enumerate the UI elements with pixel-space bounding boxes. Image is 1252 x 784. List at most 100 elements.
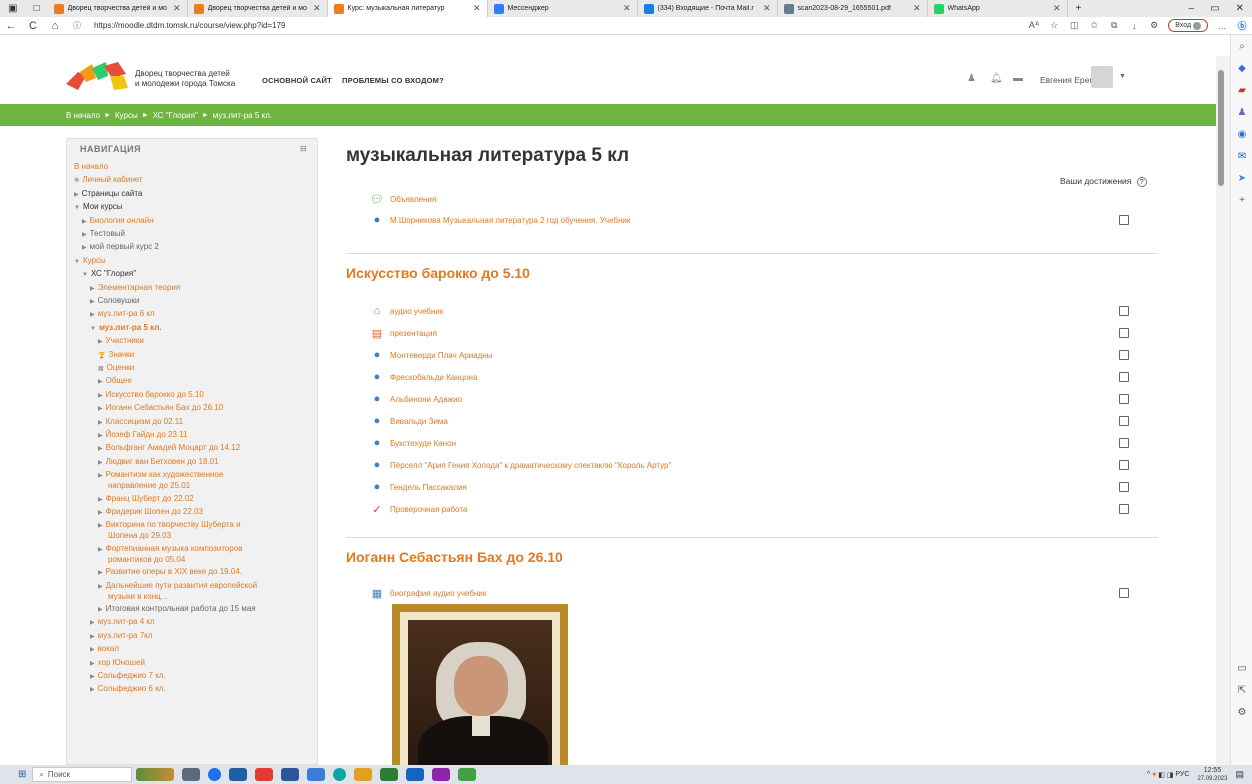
refresh-button[interactable]: C: [22, 20, 44, 32]
nav-item-соловушки[interactable]: ▶ Соловушки: [90, 296, 139, 307]
activity-фрескобальди-канцона[interactable]: ● Фрескобальди Канцона: [370, 371, 478, 383]
nav-item-вольфганг-амадей-моцарт-до-14-12[interactable]: ▶ Вольфганг Амадей Моцарт до 14.12: [98, 443, 240, 454]
nav-item-людвиг-ван-бетховен-до-18-01[interactable]: ▶ Людвиг ван Бетховен до 18.01: [98, 457, 219, 468]
workspaces-icon[interactable]: ▣: [0, 3, 25, 14]
close-icon[interactable]: ✕: [1228, 3, 1252, 14]
breadcrumb-item[interactable]: Курсы: [115, 111, 138, 120]
user-menu-caret-icon[interactable]: ▼: [1119, 73, 1126, 80]
shopping-tag-icon[interactable]: ◆: [1231, 57, 1252, 79]
app-icon-2[interactable]: [229, 768, 248, 781]
browser-tab[interactable]: Дворец творчества детей и мо ✕: [188, 0, 328, 17]
activity-link[interactable]: аудио учебник: [390, 307, 443, 316]
back-button[interactable]: ←: [0, 20, 22, 32]
app-icon-3[interactable]: [307, 768, 326, 781]
site-logo[interactable]: [66, 62, 128, 92]
help-icon[interactable]: ?: [1136, 177, 1147, 187]
nav-item-викторина-по-творчеству-шуберта-и[interactable]: ▶ Викторина по творчеству Шуберта и Шопена…: [98, 520, 241, 541]
activity-м-шорникова-музыкальная-литература-2-год[interactable]: ● М.Шорникова Музыкальная литература 2 го…: [370, 214, 631, 226]
nav-item-классицизм-до-02-11[interactable]: ▶ Классицизм до 02.11: [98, 417, 183, 428]
url-input[interactable]: https://moodle.dtdm.tomsk.ru/course/view…: [88, 21, 1024, 30]
nav-item-муз-лит-ра-7кл[interactable]: ▶ муз.лит-ра 7кл: [90, 631, 152, 642]
nav-item-биология-онлайн[interactable]: ▶ Биология онлайн: [82, 216, 154, 227]
nav-item-романтизм-как-художественное[interactable]: ▶ Романтизм как художественное направление…: [98, 470, 223, 491]
sidebar-split-icon[interactable]: ▭: [1231, 657, 1252, 679]
tray-chevron-icon[interactable]: ^: [1147, 771, 1150, 778]
external-open-icon[interactable]: ⇱: [1231, 679, 1252, 701]
nav-item-сольфеджио-6-кл[interactable]: ▶ Сольфеджио 6 кл.: [90, 684, 166, 695]
nav-item-фортепианная-музыка-композиторов[interactable]: ▶ Фортепианная музыка композиторов романти…: [98, 544, 242, 565]
nav-item-тестовый[interactable]: ▶ Тестовый: [82, 229, 125, 240]
collections-icon[interactable]: ⧉: [1104, 20, 1124, 31]
edge-icon[interactable]: [333, 768, 347, 781]
nav-item-оценки[interactable]: ▦ Оценки: [98, 363, 134, 374]
app-icon-1[interactable]: [208, 768, 222, 781]
nav-item-сольфеджио-7-кл[interactable]: ▶ Сольфеджио 7 кл.: [90, 671, 166, 682]
activity-аудио-учебник[interactable]: ⌂ аудио учебник: [370, 305, 444, 317]
app-icon-8[interactable]: [458, 768, 477, 781]
nav-item-муз-лит-ра-6-кл[interactable]: ▶ муз.лит-ра 6 кл: [90, 309, 155, 320]
nav-item-итоговая-контрольная-работа-до-15-мая[interactable]: ▶ Итоговая контрольная работа до 15 мая: [98, 604, 256, 615]
messages-icon[interactable]: ▬: [1013, 73, 1023, 84]
volume-icon[interactable]: ◨: [1167, 771, 1174, 779]
nav-item-значки[interactable]: 🏆 Значки: [98, 350, 134, 361]
send-icon[interactable]: ➤: [1231, 167, 1252, 189]
activity-link[interactable]: М.Шорникова Музыкальная литература 2 год…: [390, 216, 630, 225]
tab-close-icon[interactable]: ✕: [763, 3, 771, 14]
app-icon-5[interactable]: [380, 768, 399, 781]
breadcrumb-item[interactable]: В начало: [66, 111, 100, 120]
notifications-icon[interactable]: ▤: [1235, 769, 1244, 780]
favorites-icon[interactable]: ✩: [1084, 20, 1104, 31]
nav-item-участники[interactable]: ▶ Участники: [98, 336, 144, 347]
completion-checkbox[interactable]: [1119, 215, 1129, 225]
tab-close-icon[interactable]: ✕: [173, 3, 181, 14]
word-icon[interactable]: [281, 768, 300, 781]
favorite-star-icon[interactable]: ☆: [1044, 20, 1064, 31]
activity-гендель-пассакалия[interactable]: ● Гендель Пассакалия: [370, 481, 467, 493]
breadcrumb-item[interactable]: ХС "Глория": [153, 111, 198, 120]
nav-item-иоганн-себастьян-бах-до-26-10[interactable]: ▶ Иоганн Себастьян Бах до 26.10: [98, 403, 223, 414]
activity-link[interactable]: Гендель Пассакалия: [390, 483, 467, 492]
nav-item-хор-юношей[interactable]: ▶ хор Юношей: [90, 658, 145, 669]
activity-вивальди-зима[interactable]: ● Вивальди Зима: [370, 415, 448, 427]
nav-item-развитие-оперы-в-xix-веке-до-19-04[interactable]: ▶ Развитие оперы в XIX веке до 19.04.: [98, 567, 242, 578]
tab-close-icon[interactable]: ✕: [1053, 3, 1061, 14]
completion-checkbox[interactable]: [1119, 504, 1129, 514]
activity-букстехуде-канон[interactable]: ● Букстехуде Канон: [370, 437, 456, 449]
browser-tab[interactable]: Мессенджер ✕: [488, 0, 638, 17]
nav-item-мои-курсы[interactable]: ▼ Мои курсы: [74, 202, 123, 213]
nav-item-личный-кабинет[interactable]: ☸ Личный кабинет: [74, 175, 143, 186]
nav-item-хс-глория[interactable]: ▼ ХС "Глория": [82, 269, 136, 280]
task-view-icon[interactable]: [182, 768, 201, 781]
settings-gear-icon[interactable]: ⚙: [1231, 701, 1252, 723]
tab-actions-icon[interactable]: □: [25, 3, 47, 14]
activity-монтеверди-плач-ариадны[interactable]: ● Монтеверди Плач Ариадны: [370, 349, 493, 361]
new-tab-button[interactable]: +: [1068, 3, 1090, 14]
tray-app-icon[interactable]: ●: [1152, 771, 1156, 778]
block-collapse-icon[interactable]: ⊟: [300, 144, 307, 153]
activity-link[interactable]: Фрескобальди Канцона: [390, 373, 477, 382]
nav-item-фридерик-шопен-до-22-03[interactable]: ▶ Фридерик Шопен до 22.03: [98, 507, 203, 518]
profile-login-button[interactable]: Вход: [1168, 19, 1208, 32]
language-indicator[interactable]: РУС: [1175, 771, 1189, 778]
widgets-icon[interactable]: [136, 768, 175, 781]
nav-item-дальнейшие-пути-развития-европейской[interactable]: ▶ Дальнейшие пути развития европейской муз…: [98, 581, 257, 602]
more-menu-icon[interactable]: …: [1212, 21, 1232, 31]
activity-альбинони-адажио[interactable]: ● Альбинони Адажио: [370, 393, 462, 405]
browser-tab[interactable]: WhatsApp ✕: [928, 0, 1068, 17]
completion-checkbox[interactable]: [1119, 416, 1129, 426]
nav-login-problems-link[interactable]: ПРОБЛЕМЫ СО ВХОДОМ?: [342, 76, 444, 85]
yandex-icon[interactable]: [255, 768, 274, 781]
completion-checkbox[interactable]: [1119, 372, 1129, 382]
completion-checkbox[interactable]: [1119, 394, 1129, 404]
nav-item-страницы-сайта[interactable]: ▶ Страницы сайта: [74, 189, 142, 200]
minimize-icon[interactable]: –: [1181, 3, 1203, 14]
completion-checkbox[interactable]: [1119, 350, 1129, 360]
completion-checkbox[interactable]: [1119, 328, 1129, 338]
completion-checkbox[interactable]: [1119, 306, 1129, 316]
activity-проверочная-работа[interactable]: ✓ Проверочная работа: [370, 503, 467, 516]
site-info-icon[interactable]: ⓘ: [66, 20, 88, 31]
page-scrollbar-thumb[interactable]: [1218, 70, 1224, 186]
nav-item-муз-лит-ра-5-кл[interactable]: ▼ муз.лит-ра 5 кл.: [90, 323, 162, 334]
browser-tab[interactable]: Дворец творчества детей и мо ✕: [48, 0, 188, 17]
read-aloud-icon[interactable]: Aᐞ: [1024, 20, 1044, 31]
